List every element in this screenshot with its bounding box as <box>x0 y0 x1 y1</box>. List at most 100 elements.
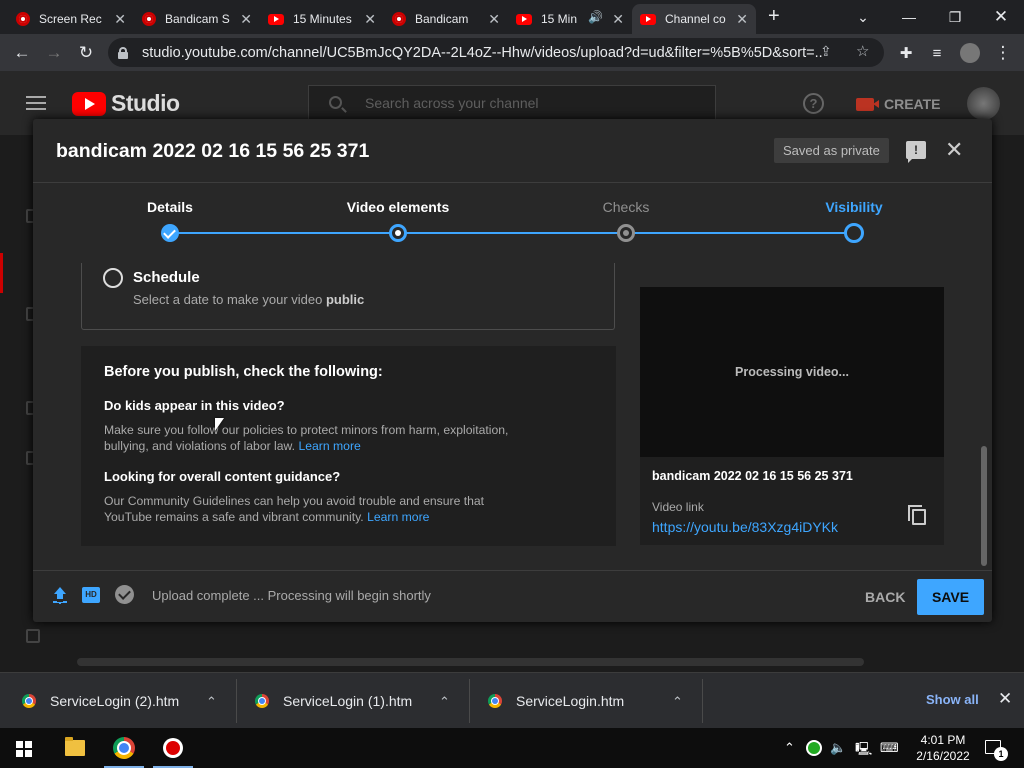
schedule-radio[interactable] <box>103 268 123 288</box>
download-filename: ServiceLogin.htm <box>516 693 625 709</box>
step-video-elements-dot[interactable] <box>389 224 407 242</box>
back-icon[interactable]: ← <box>9 40 35 66</box>
step-details-check-icon[interactable] <box>161 224 179 242</box>
tray-chevron-up-icon[interactable]: ⌃ <box>784 740 795 756</box>
browser-menu-icon[interactable]: ⋮ <box>990 40 1016 66</box>
feedback-icon[interactable]: ! <box>906 141 926 163</box>
learn-more-link[interactable]: Learn more <box>298 439 360 453</box>
checklist-heading: Before you publish, check the following: <box>104 364 383 380</box>
new-tab-icon[interactable]: + <box>768 5 780 28</box>
video-preview[interactable]: Processing video... <box>640 287 944 457</box>
browser-toolbar: ← → ↻ studio.youtube.com/channel/UC5BmJc… <box>0 34 1024 71</box>
account-avatar[interactable] <box>967 87 1000 120</box>
browser-tab[interactable]: 15 Min 🔊 ✕ <box>508 4 632 34</box>
close-tab-icon[interactable]: ✕ <box>114 11 126 28</box>
preview-video-title: bandicam 2022 02 16 15 56 25 371 <box>652 469 853 483</box>
taskbar-clock[interactable]: 4:01 PM 2/16/2022 <box>915 732 971 764</box>
restore-icon[interactable]: ❐ <box>932 0 978 34</box>
checks-complete-icon[interactable] <box>115 585 134 604</box>
download-filename: ServiceLogin (1).htm <box>283 693 413 709</box>
close-window-icon[interactable]: ✕ <box>978 0 1024 34</box>
step-visibility-dot[interactable] <box>844 223 864 243</box>
forward-icon[interactable]: → <box>41 40 67 66</box>
download-item[interactable]: ServiceLogin (2).htm <box>22 673 179 729</box>
speaker-icon[interactable]: 🔊 <box>588 10 603 24</box>
chevron-up-icon[interactable]: ⌃ <box>672 694 683 710</box>
extensions-icon[interactable]: ✚ <box>893 40 919 66</box>
browser-tab[interactable]: Bandicam S ✕ <box>134 4 260 34</box>
clock-date: 2/16/2022 <box>916 749 970 763</box>
network-icon[interactable]: 🖳 <box>855 740 872 762</box>
browser-tab[interactable]: Bandicam ✕ <box>384 4 508 34</box>
channel-search-input[interactable]: Search across your channel <box>308 85 716 121</box>
minimize-icon[interactable]: — <box>886 0 932 34</box>
help-icon[interactable]: ? <box>803 93 824 114</box>
download-item[interactable]: ServiceLogin (1).htm <box>255 673 412 729</box>
schedule-subtitle-bold: public <box>325 292 365 307</box>
hd-icon[interactable]: HD <box>82 587 100 603</box>
youtube-logo[interactable] <box>72 92 106 116</box>
volume-icon[interactable]: 🔈 <box>830 740 846 756</box>
browser-tab[interactable]: 15 Minutes ✕ <box>260 4 384 34</box>
chrome-taskbar-icon[interactable] <box>100 728 148 768</box>
publish-checklist: Before you publish, check the following:… <box>81 346 616 546</box>
learn-more-link[interactable]: Learn more <box>367 510 429 524</box>
processing-status: Processing video... <box>735 365 849 379</box>
record-icon <box>16 12 30 26</box>
chevron-up-icon[interactable]: ⌃ <box>439 694 450 710</box>
reload-icon[interactable]: ↻ <box>73 40 99 66</box>
youtube-icon <box>640 13 656 25</box>
close-tab-icon[interactable]: ✕ <box>240 11 252 28</box>
video-link[interactable]: https://youtu.be/83Xzg4iDYKk <box>652 519 838 535</box>
create-button[interactable]: CREATE <box>846 89 951 119</box>
upload-icon[interactable] <box>53 587 67 603</box>
step-checks-label[interactable]: Checks <box>603 199 650 215</box>
menu-icon[interactable] <box>26 96 46 110</box>
close-tab-icon[interactable]: ✕ <box>736 11 748 28</box>
step-video-elements-label[interactable]: Video elements <box>347 199 449 215</box>
schedule-option[interactable]: Schedule Select a date to make your vide… <box>81 263 615 330</box>
download-divider <box>469 679 470 723</box>
clock-time: 4:01 PM <box>920 733 966 747</box>
bookmark-star-icon[interactable]: ☆ <box>856 42 869 60</box>
download-divider <box>236 679 237 723</box>
close-icon[interactable]: ✕ <box>945 137 963 163</box>
record-icon <box>142 12 156 26</box>
content-scrollbar[interactable] <box>981 446 987 566</box>
step-visibility-label[interactable]: Visibility <box>825 199 882 215</box>
profile-avatar[interactable] <box>957 40 983 66</box>
checklist-text: Our Community Guidelines can help you av… <box>104 493 524 525</box>
feedback-icon[interactable] <box>26 629 40 643</box>
url-text: studio.youtube.com/channel/UC5BmJcQY2DA-… <box>142 44 822 61</box>
close-tab-icon[interactable]: ✕ <box>364 11 376 28</box>
close-download-bar-icon[interactable]: ✕ <box>998 689 1012 709</box>
youtube-icon <box>268 13 284 25</box>
file-explorer-icon[interactable] <box>51 728 99 768</box>
horizontal-scrollbar[interactable] <box>77 658 864 666</box>
browser-tab[interactable]: Screen Rec ✕ <box>8 4 134 34</box>
browser-tab-active[interactable]: Channel co ✕ <box>632 4 756 34</box>
download-item[interactable]: ServiceLogin.htm <box>488 673 624 729</box>
keyboard-icon[interactable]: ⌨ <box>880 740 899 756</box>
bandicam-taskbar-icon[interactable] <box>149 728 197 768</box>
show-all-downloads-link[interactable]: Show all <box>926 692 979 707</box>
back-button[interactable]: BACK <box>855 579 915 615</box>
step-details-label[interactable]: Details <box>147 199 193 215</box>
close-tab-icon[interactable]: ✕ <box>612 11 624 28</box>
step-checks-dot[interactable] <box>617 224 635 242</box>
notification-center-icon[interactable]: 1 <box>985 740 1008 761</box>
tab-search-icon[interactable]: ⌄ <box>840 0 886 34</box>
lock-icon[interactable] <box>118 46 128 59</box>
media-control-icon[interactable]: ≡ <box>924 40 950 66</box>
windows-start-icon[interactable] <box>16 741 32 757</box>
share-icon[interactable]: ⇪ <box>820 43 832 60</box>
download-filename: ServiceLogin (2).htm <box>50 693 180 709</box>
record-icon <box>392 12 406 26</box>
chevron-up-icon[interactable]: ⌃ <box>206 694 217 710</box>
close-tab-icon[interactable]: ✕ <box>488 11 500 28</box>
save-button[interactable]: SAVE <box>917 579 984 615</box>
video-preview-card: Processing video... bandicam 2022 02 16 … <box>640 287 944 545</box>
bandicam-tray-icon[interactable] <box>806 740 822 756</box>
address-bar[interactable]: studio.youtube.com/channel/UC5BmJcQY2DA-… <box>108 38 884 67</box>
copy-icon[interactable] <box>908 505 926 525</box>
